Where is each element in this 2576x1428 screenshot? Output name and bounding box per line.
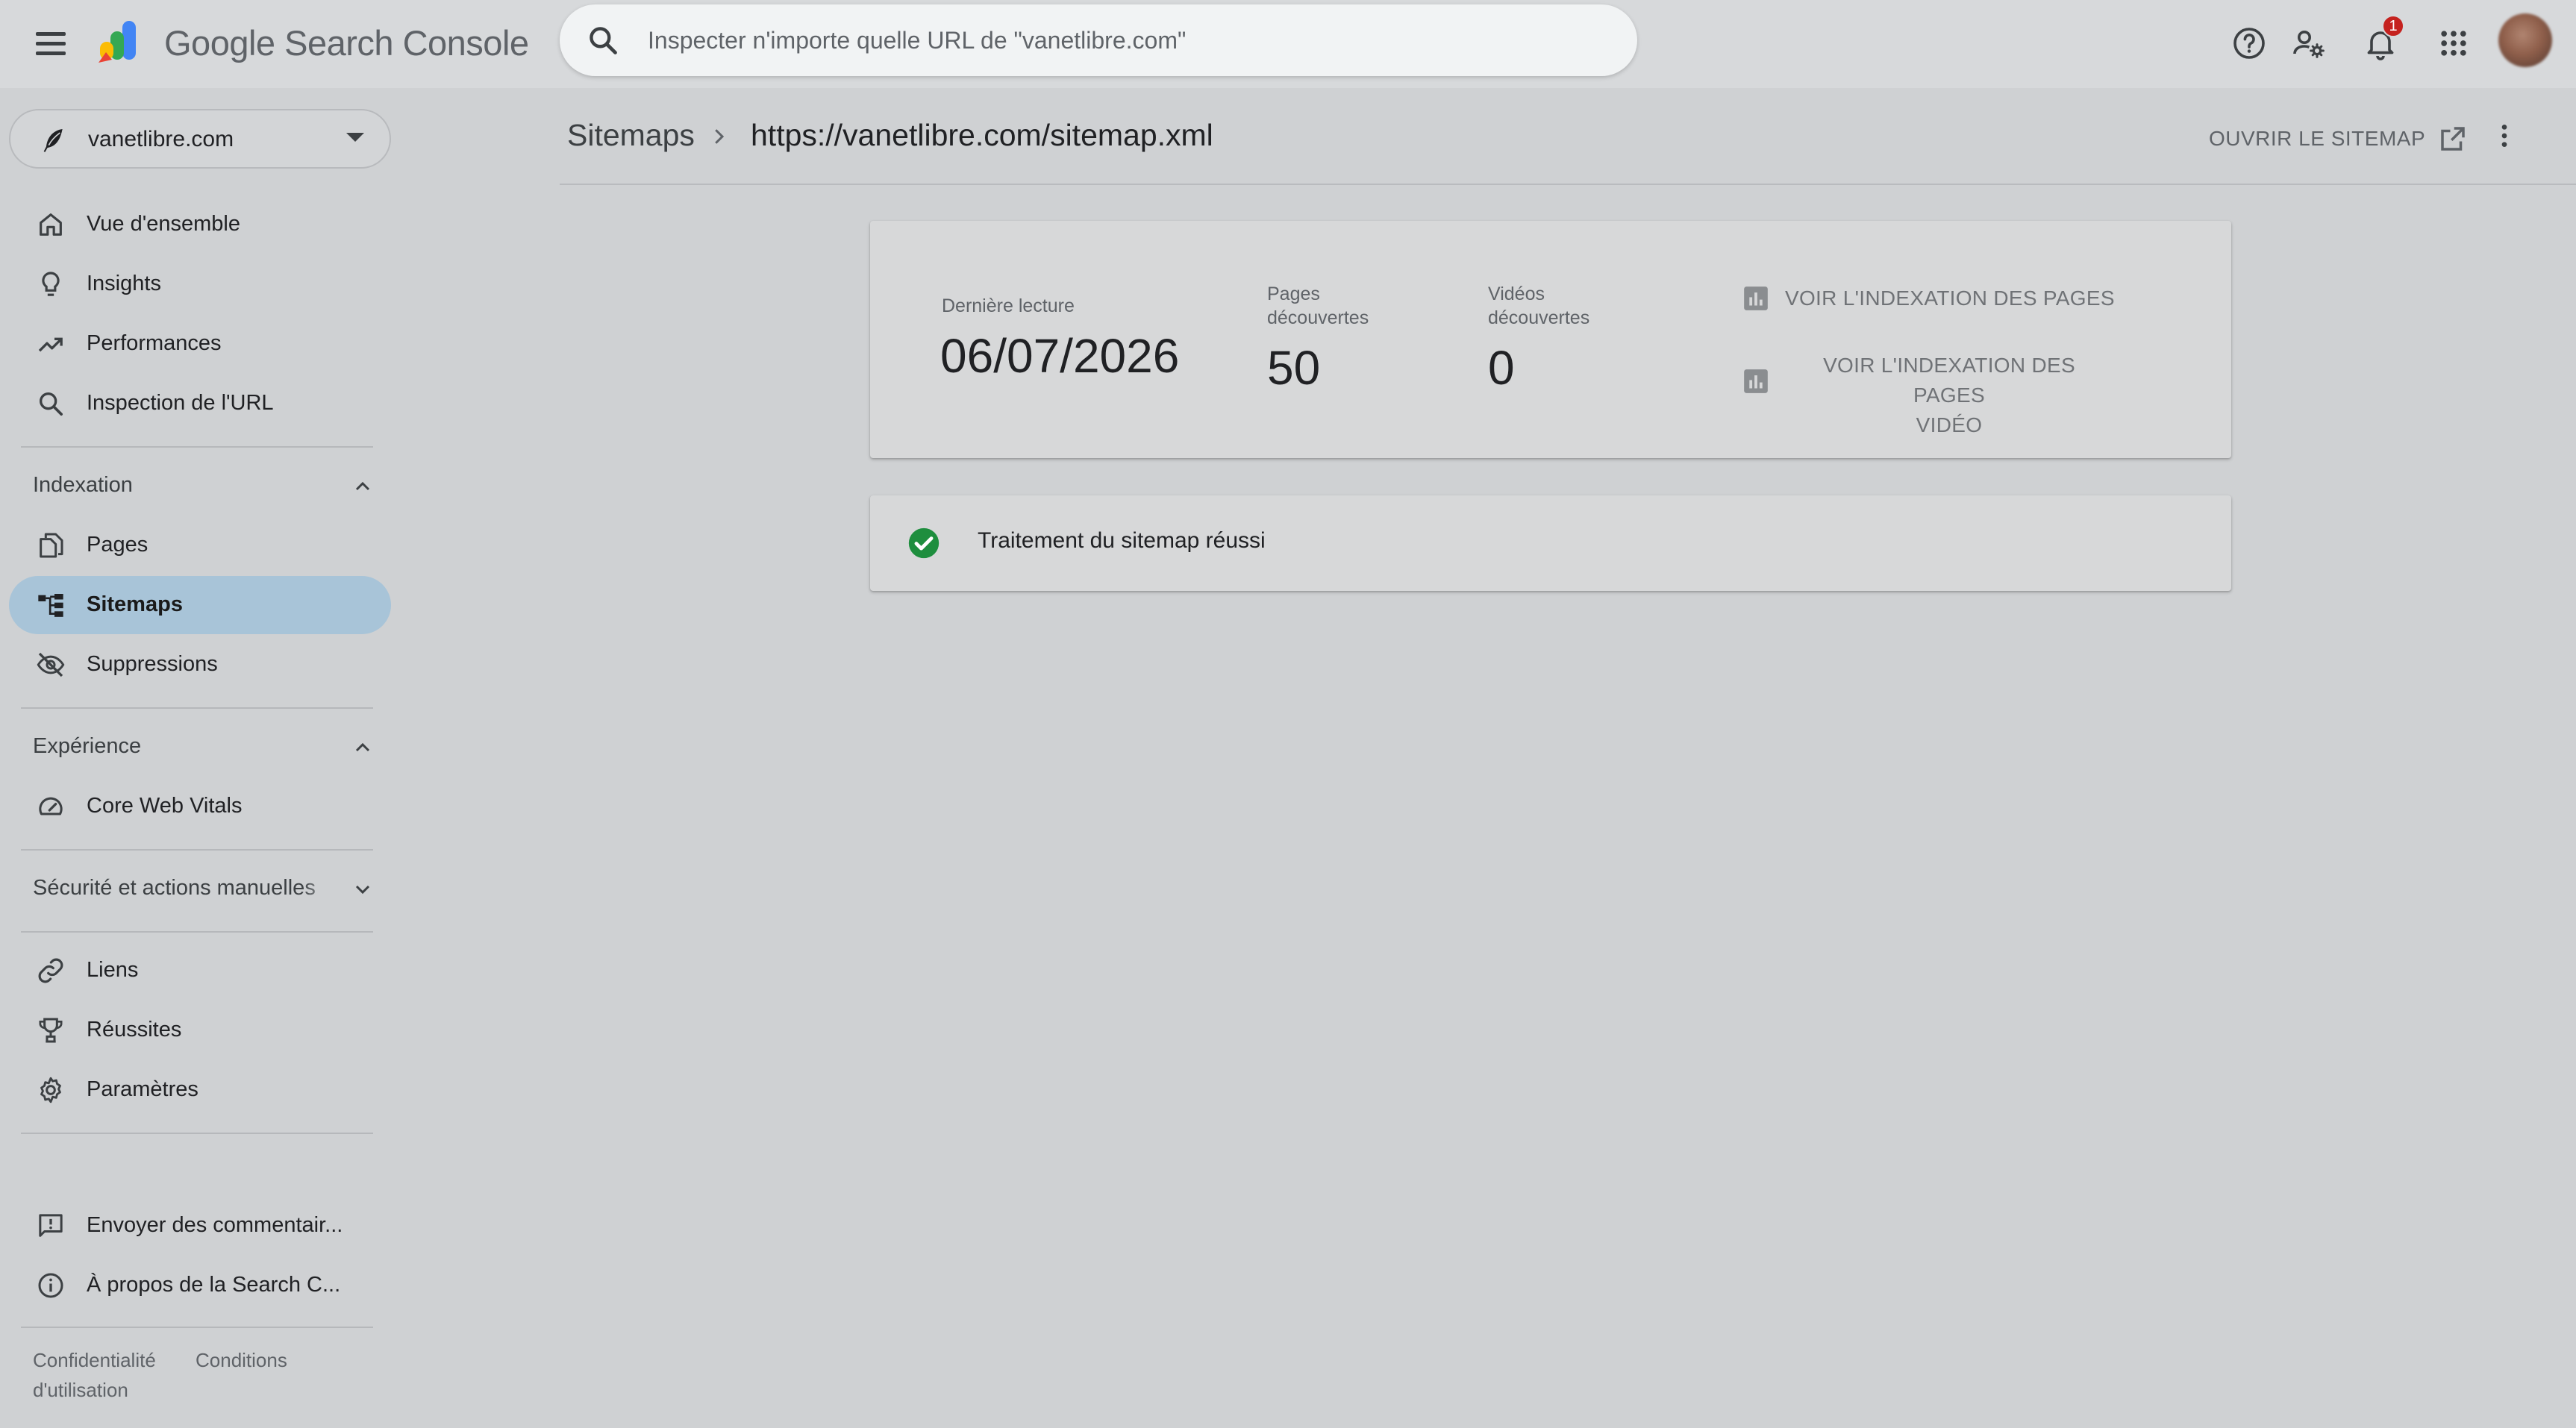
home-icon (40, 213, 62, 236)
notification-count-badge: 1 (2382, 15, 2404, 37)
eye-off-icon (37, 652, 65, 677)
lightbulb-icon (42, 272, 60, 296)
sidebar-item-overview[interactable]: Vue d'ensemble (9, 195, 391, 254)
top-app-bar: Google Search Console 1 (0, 0, 2576, 88)
sidebar-item-feedback[interactable]: Envoyer des commentair... (9, 1197, 391, 1255)
chevron-right-icon (715, 129, 725, 144)
privacy-link[interactable]: Confidentialité (33, 1349, 156, 1372)
section-header-indexation[interactable]: Indexation (9, 458, 382, 512)
section-label: Sécurité et actions manuelles (33, 876, 316, 900)
sidebar-divider (21, 707, 373, 709)
sidebar-divider (21, 1133, 373, 1134)
bar-chart-icon (1744, 369, 1768, 393)
sitemap-status-message: Traitement du sitemap réussi (978, 528, 1266, 553)
property-name: vanetlibre.com (88, 127, 234, 151)
sidebar-item-suppressions[interactable]: Suppressions (9, 636, 391, 694)
sidebar-item-label: Paramètres (87, 1077, 198, 1101)
more-vert-icon[interactable] (2489, 119, 2519, 152)
breadcrumb-sitemaps-link[interactable]: Sitemaps (567, 118, 695, 153)
property-favicon-icon (43, 129, 63, 152)
terms-link[interactable]: Conditions (196, 1349, 287, 1372)
sidebar-divider (21, 931, 373, 933)
section-header-experience[interactable]: Expérience (9, 719, 382, 773)
sidebar-divider (21, 849, 373, 851)
videos-discovered-value: 0 (1488, 341, 1515, 395)
chevron-down-icon (355, 885, 370, 895)
app-brand-name[interactable]: Google Search Console (164, 22, 529, 63)
property-selector[interactable]: vanetlibre.com (9, 109, 391, 169)
sidebar-item-achievements[interactable]: Réussites (9, 1001, 391, 1059)
pages-discovered-label-line: découvertes (1267, 307, 1369, 328)
view-page-indexing-link[interactable]: VOIR L'INDEXATION DES PAGES (1785, 284, 2115, 313)
section-header-security[interactable]: Sécurité et actions manuelles (9, 861, 382, 915)
search-icon (590, 27, 617, 54)
search-input[interactable] (646, 19, 1601, 61)
videos-discovered-label-line: Vidéos (1488, 284, 1545, 304)
feedback-icon (39, 1214, 63, 1237)
sitemap-icon (38, 594, 63, 617)
info-icon (38, 1273, 63, 1298)
trending-up-icon (38, 337, 63, 352)
user-settings-icon[interactable] (2288, 22, 2330, 64)
sidebar-item-about[interactable]: À propos de la Search C... (9, 1256, 391, 1315)
sidebar-item-sitemaps[interactable]: Sitemaps (9, 576, 391, 634)
last-read-label: Dernière lecture (942, 295, 1075, 316)
terms-link-continued[interactable]: d'utilisation (33, 1379, 128, 1402)
pages-discovered-label: Pages découvertes (1267, 282, 1369, 330)
sidebar-item-links[interactable]: Liens (9, 942, 391, 1000)
trophy-icon (39, 1018, 63, 1043)
sidebar-item-label: Suppressions (87, 652, 218, 676)
sidebar-item-core-web-vitals[interactable]: Core Web Vitals (9, 777, 391, 836)
sidebar-item-url-inspection[interactable]: Inspection de l'URL (9, 375, 391, 433)
section-label: Indexation (33, 473, 133, 497)
link-icon (38, 958, 63, 983)
sidebar-item-label: Inspection de l'URL (87, 391, 274, 415)
open-sitemap-label: OUVRIR LE SITEMAP (2209, 127, 2426, 150)
section-label: Expérience (33, 734, 142, 758)
sidebar-item-label: Insights (87, 272, 161, 295)
sidebar-item-label: Vue d'ensemble (87, 212, 240, 236)
sidebar-item-label: Core Web Vitals (87, 794, 243, 818)
help-icon[interactable] (2228, 22, 2270, 64)
search-icon (40, 392, 63, 416)
external-link-icon (2441, 127, 2465, 151)
check-circle-icon (908, 527, 940, 559)
header-divider (560, 184, 2576, 185)
videos-discovered-label: Vidéos découvertes (1488, 282, 1589, 330)
sidebar-item-label: Performances (87, 331, 222, 355)
view-video-indexing-link-line: VOIR L'INDEXATION DES PAGES (1823, 354, 2075, 407)
sidebar-item-label: À propos de la Search C... (87, 1273, 341, 1297)
url-inspection-search[interactable] (560, 4, 1637, 76)
search-console-logo[interactable] (97, 18, 148, 67)
sidebar-item-performances[interactable]: Performances (9, 315, 391, 373)
page-title: https://vanetlibre.com/sitemap.xml (751, 118, 1213, 152)
bar-chart-icon (1744, 286, 1768, 310)
chevron-down-icon (346, 133, 364, 142)
chevron-up-icon (355, 742, 370, 752)
sidebar-divider (21, 1327, 373, 1328)
speed-icon (39, 797, 63, 815)
gear-icon (40, 1077, 61, 1103)
sidebar-item-pages[interactable]: Pages (9, 516, 391, 574)
sidebar-divider (21, 446, 373, 448)
videos-discovered-label-line: découvertes (1488, 307, 1590, 328)
sidebar-item-settings[interactable]: Paramètres (9, 1061, 391, 1119)
last-read-value: 06/07/2026 (940, 329, 1180, 383)
main-menu-icon[interactable] (31, 24, 70, 63)
pages-icon (40, 533, 63, 558)
sidebar-item-label: Sitemaps (87, 592, 183, 616)
apps-grid-icon[interactable] (2433, 22, 2475, 64)
user-avatar[interactable] (2498, 13, 2552, 67)
sidebar-item-label: Envoyer des commentair... (87, 1213, 343, 1237)
sidebar-item-label: Pages (87, 533, 149, 557)
pages-discovered-label-line: Pages (1267, 284, 1320, 304)
pages-discovered-value: 50 (1267, 341, 1321, 395)
sidebar-item-insights[interactable]: Insights (9, 255, 391, 313)
sidebar-item-label: Liens (87, 958, 139, 982)
sidebar-item-label: Réussites (87, 1018, 182, 1042)
view-video-indexing-link-line: VIDÉO (1916, 413, 1983, 436)
view-video-indexing-link[interactable]: VOIR L'INDEXATION DES PAGES VIDÉO (1785, 351, 2113, 440)
chevron-up-icon (355, 481, 370, 491)
open-sitemap-button[interactable]: OUVRIR LE SITEMAP (2209, 119, 2469, 158)
